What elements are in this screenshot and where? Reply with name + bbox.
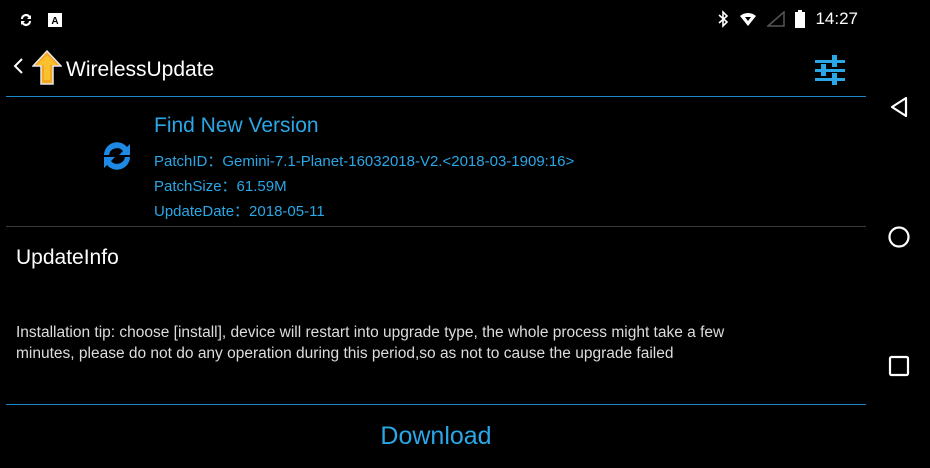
app-screen: A 14:27 WirelessUpdate Find New Version … bbox=[6, 6, 866, 466]
divider bbox=[6, 404, 866, 405]
download-button[interactable]: Download bbox=[6, 406, 866, 466]
triangle-back-icon bbox=[890, 96, 908, 118]
clock: 14:27 bbox=[815, 9, 858, 28]
version-card: Find New Version PatchID：Gemini-7.1-Plan… bbox=[6, 98, 866, 227]
device-frame: A 14:27 WirelessUpdate Find New Version … bbox=[0, 0, 930, 468]
tip-line-1: Installation tip: choose [install], devi… bbox=[16, 324, 725, 341]
bluetooth-icon bbox=[717, 10, 729, 28]
square-recents-icon bbox=[888, 355, 910, 377]
patch-id: PatchID：Gemini-7.1-Planet-16032018-V2.<2… bbox=[154, 153, 575, 170]
circle-home-icon bbox=[888, 226, 910, 248]
wireless-update-logo-icon bbox=[31, 49, 63, 86]
settings-button[interactable] bbox=[812, 54, 848, 86]
nav-back-button[interactable] bbox=[886, 94, 912, 120]
battery-icon bbox=[795, 10, 806, 28]
update-date: UpdateDate：2018-05-11 bbox=[154, 203, 325, 220]
version-title: Find New Version bbox=[154, 114, 319, 137]
status-bar: A 14:27 bbox=[6, 6, 866, 36]
signal-icon bbox=[767, 11, 786, 27]
a-notification-icon: A bbox=[48, 13, 62, 27]
installation-tip: Installation tip: choose [install], devi… bbox=[16, 322, 856, 364]
update-info-heading: UpdateInfo bbox=[16, 246, 119, 269]
wifi-icon bbox=[739, 11, 757, 27]
back-button[interactable] bbox=[12, 54, 30, 78]
patch-size: PatchSize：61.59M bbox=[154, 178, 287, 195]
tip-line-2: minutes, please do not do any operation … bbox=[16, 345, 674, 362]
sliders-icon bbox=[815, 55, 845, 85]
refresh-icon bbox=[100, 138, 134, 174]
nav-home-button[interactable] bbox=[886, 224, 912, 250]
chevron-left-icon bbox=[13, 58, 23, 74]
svg-text:A: A bbox=[51, 16, 58, 27]
app-title: WirelessUpdate bbox=[66, 58, 215, 81]
navigation-bar bbox=[866, 0, 930, 468]
app-bar: WirelessUpdate bbox=[6, 38, 866, 97]
nav-recents-button[interactable] bbox=[886, 353, 912, 379]
sync-icon bbox=[18, 12, 34, 28]
